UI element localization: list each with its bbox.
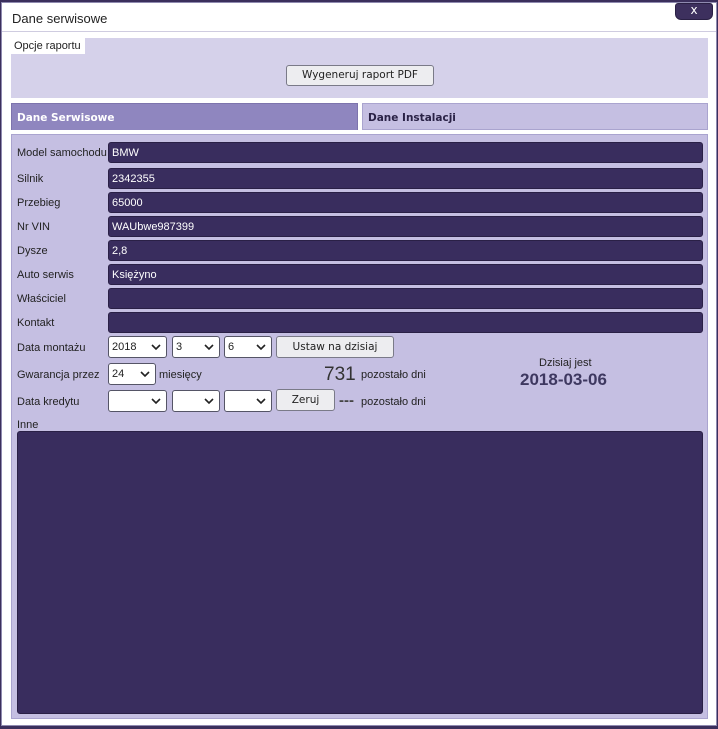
credit-month-select[interactable] — [172, 390, 220, 412]
chevron-down-icon — [204, 398, 214, 405]
chevron-down-icon — [256, 344, 266, 351]
set-today-button[interactable]: Ustaw na dzisiaj — [276, 336, 394, 358]
install-year-value: 2018 — [112, 341, 137, 353]
dialog-title: Dane serwisowe — [12, 11, 108, 26]
report-options-legend: Opcje raportu — [11, 38, 85, 54]
reset-credit-button[interactable]: Zeruj — [276, 389, 335, 411]
credit-day-select[interactable] — [224, 390, 272, 412]
install-month-select[interactable]: 3 — [172, 336, 220, 358]
chevron-down-icon — [204, 344, 214, 351]
chevron-down-icon — [256, 398, 266, 405]
nozzles-label: Dysze — [17, 245, 48, 257]
credit-year-select[interactable] — [108, 390, 167, 412]
install-month-value: 3 — [176, 341, 183, 353]
contact-field[interactable] — [108, 312, 703, 333]
install-day-select[interactable]: 6 — [224, 336, 272, 358]
install-day-value: 6 — [228, 341, 235, 353]
title-bar: Dane serwisowe x — [2, 3, 716, 32]
tab-installation-data[interactable]: Dane Instalacji — [362, 103, 708, 130]
credit-days-left: --- — [339, 392, 354, 409]
warranty-label: Gwarancja przez — [17, 369, 100, 381]
tab-service-data[interactable]: Dane Serwisowe — [11, 103, 358, 130]
service-data-panel: Model samochodu BMW Silnik 2342355 Przeb… — [11, 134, 708, 719]
mileage-field[interactable]: 65000 — [108, 192, 703, 213]
today-date: 2018-03-06 — [520, 370, 607, 389]
notes-label: Inne — [17, 419, 39, 431]
generate-pdf-button[interactable]: Wygeneruj raport PDF — [286, 65, 434, 86]
credit-days-suffix: pozostało dni — [361, 396, 426, 408]
engine-field[interactable]: 2342355 — [108, 168, 703, 189]
warranty-months-value: 24 — [112, 368, 125, 380]
chevron-down-icon — [140, 371, 150, 378]
mileage-label: Przebieg — [17, 197, 61, 209]
today-label: Dzisiaj jest — [539, 357, 592, 369]
months-unit-label: miesięcy — [159, 369, 202, 381]
model-field[interactable]: BMW — [108, 142, 703, 163]
warranty-months-select[interactable]: 24 — [108, 363, 156, 385]
install-year-select[interactable]: 2018 — [108, 336, 167, 358]
auto-service-field[interactable]: Księżyno — [108, 264, 703, 285]
report-options-group: Opcje raportu Wygeneruj raport PDF — [11, 38, 708, 98]
nozzles-field[interactable]: 2,8 — [108, 240, 703, 261]
vin-field[interactable]: WAUbwe987399 — [108, 216, 703, 237]
model-label: Model samochodu — [17, 147, 107, 159]
contact-label: Kontakt — [17, 317, 55, 329]
install-date-label: Data montażu — [17, 342, 86, 354]
auto-service-label: Auto serwis — [17, 269, 74, 281]
chevron-down-icon — [151, 398, 161, 405]
owner-label: Właściciel — [17, 293, 66, 305]
warranty-days-suffix: pozostało dni — [361, 369, 426, 381]
chevron-down-icon — [151, 344, 161, 351]
notes-textarea[interactable] — [17, 431, 703, 714]
credit-date-label: Data kredytu — [17, 396, 80, 408]
close-button[interactable]: x — [675, 3, 713, 20]
owner-field[interactable] — [108, 288, 703, 309]
warranty-days-left: 731 — [324, 364, 356, 385]
vin-label: Nr VIN — [17, 221, 50, 233]
engine-label: Silnik — [17, 173, 44, 185]
service-data-dialog: Dane serwisowe x Opcje raportu Wygeneruj… — [1, 2, 717, 726]
